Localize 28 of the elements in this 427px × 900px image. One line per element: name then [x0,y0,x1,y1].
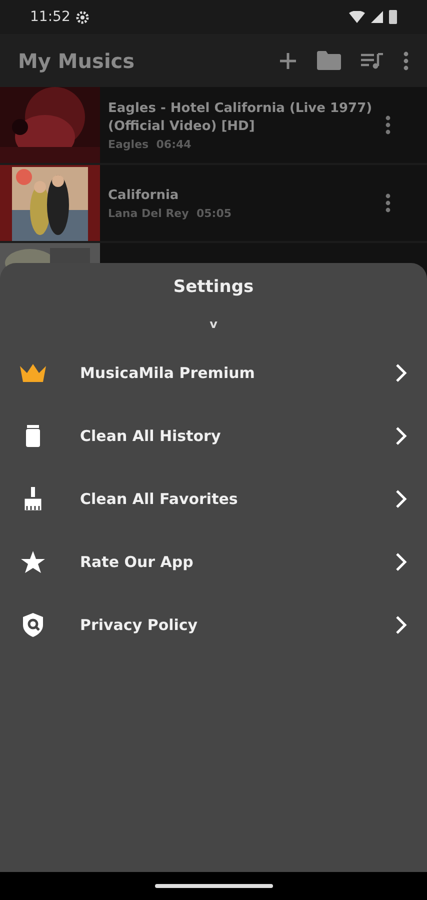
wifi-icon [349,11,365,23]
add-icon[interactable] [279,52,297,70]
status-time: 11:52 [30,9,70,25]
collapse-handle[interactable]: v [210,317,218,331]
settings-item[interactable]: Clean All History [0,404,427,467]
chevron-right-icon [395,426,407,446]
more-icon[interactable] [403,50,409,70]
settings-item[interactable]: MusicaMila Premium [0,341,427,404]
battery-icon [389,10,397,24]
sheet-title: Settings [173,277,254,297]
app-title: My Musics [18,48,136,72]
folder-icon[interactable] [317,51,341,70]
playlist-icon[interactable] [361,52,383,68]
track-info: Eagles 06:44 [108,138,192,150]
gear-icon [76,10,90,24]
settings-item[interactable]: Privacy Policy [0,593,427,656]
chevron-right-icon [395,614,407,634]
chevron-right-icon [395,552,407,572]
track-title: California [108,186,180,204]
track-title: Eagles - Hotel California (Live 1977) (Official Video) [HD] [108,100,374,136]
chevron-right-icon [395,488,407,508]
settings-item[interactable]: Clean All Favorites [0,467,427,530]
settings-item[interactable]: Rate Our App [0,530,427,593]
chevron-right-icon [395,362,407,382]
more-icon[interactable] [385,115,391,135]
track-info: Lana Del Rey 05:05 [108,206,232,220]
signal-icon [371,11,383,23]
more-icon[interactable] [385,193,391,213]
